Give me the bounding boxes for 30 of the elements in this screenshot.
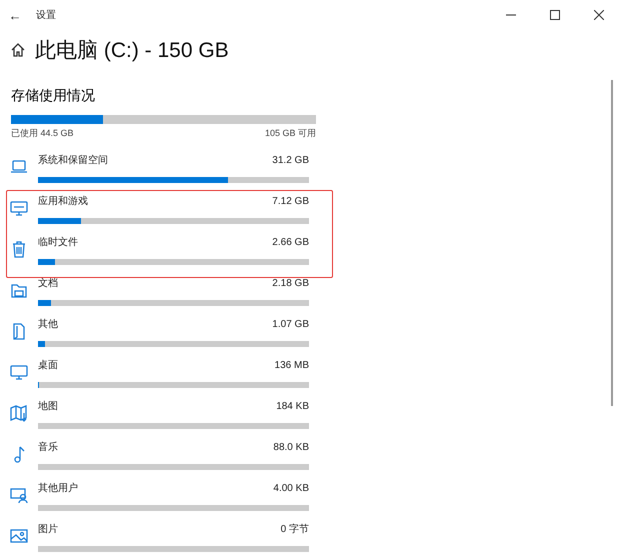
- back-button[interactable]: ←: [0, 8, 30, 22]
- category-name[interactable]: 临时文件: [38, 235, 78, 249]
- category-name[interactable]: 应用和游戏: [38, 194, 88, 208]
- category-size: 7.12 GB: [272, 196, 309, 206]
- section-title: 存储使用情况: [11, 86, 96, 105]
- category-size: 2.18 GB: [272, 278, 309, 288]
- category-name[interactable]: 地图: [38, 399, 58, 413]
- category-name[interactable]: 图片: [38, 522, 58, 536]
- maximize-icon: [550, 10, 560, 20]
- page-heading: 此电脑 (C:) - 150 GB: [35, 38, 229, 64]
- free-label: 105 GB 可用: [264, 127, 316, 140]
- window-title: 设置: [36, 8, 56, 22]
- category-name[interactable]: 其他用户: [38, 481, 78, 495]
- category-size: 4.00 KB: [273, 482, 309, 494]
- category-name[interactable]: 文档: [38, 276, 58, 290]
- category-name[interactable]: 桌面: [38, 358, 58, 372]
- category-size: 31.2 GB: [272, 154, 309, 166]
- category-size: 2.66 GB: [272, 236, 309, 248]
- category-size: 1.07 GB: [272, 318, 309, 330]
- category-size: 88.0 KB: [273, 442, 309, 452]
- close-icon: [594, 10, 604, 20]
- category-size: 136 MB: [274, 360, 309, 370]
- scrollbar[interactable]: [611, 80, 613, 406]
- category-name[interactable]: 其他: [38, 317, 58, 331]
- category-name[interactable]: 系统和保留空间: [38, 153, 108, 167]
- category-size: 184 KB: [276, 400, 309, 412]
- category-name[interactable]: 音乐: [38, 440, 58, 454]
- home-icon[interactable]: [11, 43, 25, 57]
- used-label: 已使用 44.5 GB: [11, 127, 74, 140]
- category-size: 0 字节: [280, 522, 309, 536]
